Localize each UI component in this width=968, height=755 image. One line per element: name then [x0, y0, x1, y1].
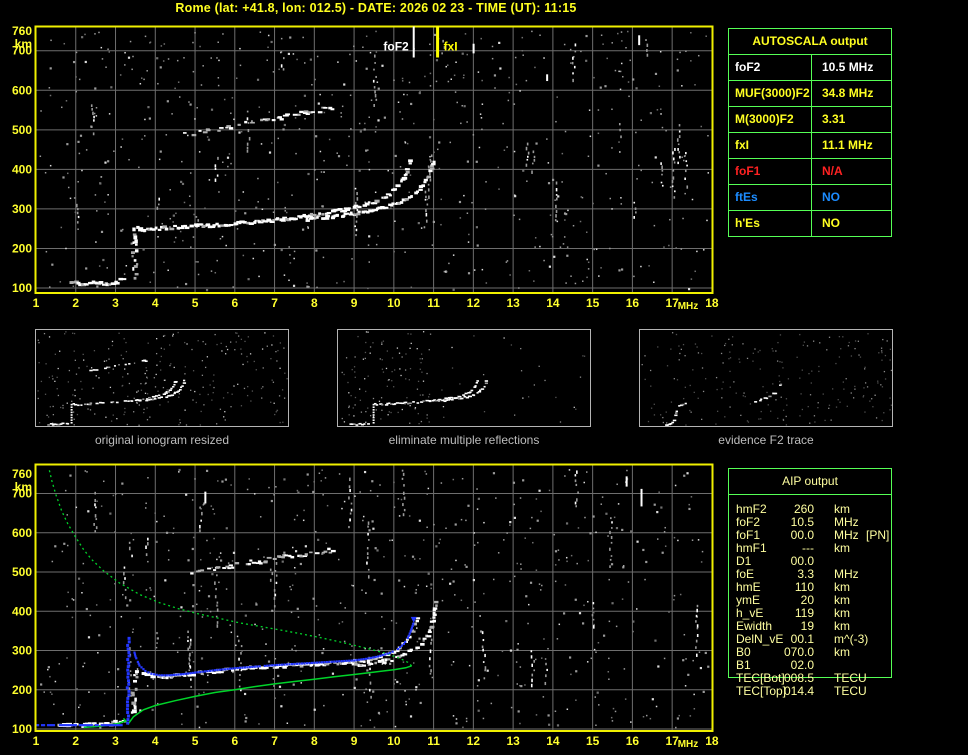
thumbnail-eliminate-reflections — [337, 329, 591, 427]
svg-text:9: 9 — [351, 296, 358, 310]
svg-text:500: 500 — [12, 565, 32, 579]
svg-text:700: 700 — [12, 44, 32, 58]
aip-table-title: AIP output — [729, 469, 891, 495]
table-row: foF2 10.5 MHz — [729, 55, 891, 81]
svg-text:100: 100 — [12, 722, 32, 736]
thumbnail-original-ionogram — [35, 329, 289, 427]
table-row: B0 070.0 km — [736, 645, 850, 659]
ionogram-plot: foF2 fxI760km7006005004003002001001 2 3 4 5 6 7… — [12, 24, 719, 312]
thumbnail-caption-original: original ionogram resized — [94, 433, 230, 447]
svg-text:2: 2 — [72, 734, 79, 748]
table-row: h'Es NO — [729, 211, 891, 236]
svg-text:600: 600 — [12, 83, 32, 97]
svg-text:18: 18 — [705, 296, 719, 310]
svg-text:100: 100 — [12, 281, 32, 295]
svg-text:1: 1 — [33, 734, 40, 748]
svg-text:3: 3 — [112, 734, 119, 748]
autoscala-table-rows: foF2 10.5 MHz MUF(3000)F2 34.8 MHz M(3000)F2… — [729, 55, 891, 236]
svg-text:10: 10 — [387, 734, 401, 748]
svg-text:MHz: MHz — [678, 301, 699, 312]
svg-text:2: 2 — [72, 296, 79, 310]
svg-text:300: 300 — [12, 644, 32, 658]
svg-text:700: 700 — [12, 487, 32, 501]
svg-text:400: 400 — [12, 604, 32, 618]
table-row: fxI 11.1 MHz — [729, 133, 891, 159]
autoscala-table-title: AUTOSCALA output — [729, 29, 891, 55]
thumbnail-caption-evidence: evidence F2 trace — [718, 433, 814, 447]
svg-text:11: 11 — [427, 734, 440, 748]
svg-text:400: 400 — [12, 162, 32, 176]
table-row: M(3000)F2 3.31 — [729, 107, 891, 133]
svg-text:fxI: fxI — [444, 40, 458, 54]
svg-text:760: 760 — [12, 24, 32, 38]
svg-text:200: 200 — [12, 683, 32, 697]
table-row: hmF1 --- km — [736, 541, 850, 555]
svg-text:500: 500 — [12, 123, 32, 137]
aip-table-rows: hmF2 260 km foF2 10.5 MHz foF1 00.0 MHz [PN] hmF1-… — [728, 503, 968, 698]
svg-text:4: 4 — [152, 734, 159, 748]
svg-text:12: 12 — [467, 296, 481, 310]
svg-text:13: 13 — [506, 296, 520, 310]
svg-text:18: 18 — [705, 734, 719, 748]
svg-text:10: 10 — [387, 296, 401, 310]
svg-text:7: 7 — [271, 296, 278, 310]
svg-text:15: 15 — [586, 296, 600, 310]
svg-text:16: 16 — [626, 734, 640, 748]
svg-text:6: 6 — [231, 734, 238, 748]
svg-text:MHz: MHz — [678, 739, 699, 750]
svg-text:14: 14 — [546, 734, 560, 748]
table-row: ftEs NO — [729, 185, 891, 211]
svg-text:7: 7 — [271, 734, 278, 748]
svg-text:600: 600 — [12, 526, 32, 540]
svg-text:8: 8 — [311, 296, 318, 310]
svg-text:6: 6 — [231, 296, 238, 310]
svg-text:8: 8 — [311, 734, 318, 748]
profile-plot: 760km7006005004003002001001 2 3 4 5 6 7 8 9 10 11 1… — [12, 463, 719, 750]
svg-text:5: 5 — [192, 734, 199, 748]
thumbnail-evidence-f2-trace — [639, 329, 893, 427]
svg-text:13: 13 — [506, 734, 520, 748]
svg-text:15: 15 — [586, 734, 600, 748]
table-row: MUF(3000)F2 34.8 MHz — [729, 81, 891, 107]
svg-text:12: 12 — [467, 734, 481, 748]
svg-text:5: 5 — [192, 296, 199, 310]
svg-text:14: 14 — [546, 296, 560, 310]
table-row: TEC[Top] 014.4 TECU — [736, 684, 867, 698]
svg-text:760: 760 — [12, 467, 32, 481]
svg-text:16: 16 — [626, 296, 640, 310]
svg-text:11: 11 — [427, 296, 440, 310]
thumbnail-caption-eliminate: eliminate multiple reflections — [388, 433, 540, 447]
table-row: foF1 N/A — [729, 159, 891, 185]
svg-text:foF2: foF2 — [383, 40, 409, 54]
svg-text:9: 9 — [351, 734, 358, 748]
svg-text:4: 4 — [152, 296, 159, 310]
svg-text:300: 300 — [12, 202, 32, 216]
svg-text:200: 200 — [12, 241, 32, 255]
svg-text:1: 1 — [33, 296, 40, 310]
autoscala-table: AUTOSCALA output foF2 10.5 MHz MUF(3000)F2… — [728, 28, 892, 237]
svg-text:3: 3 — [112, 296, 119, 310]
